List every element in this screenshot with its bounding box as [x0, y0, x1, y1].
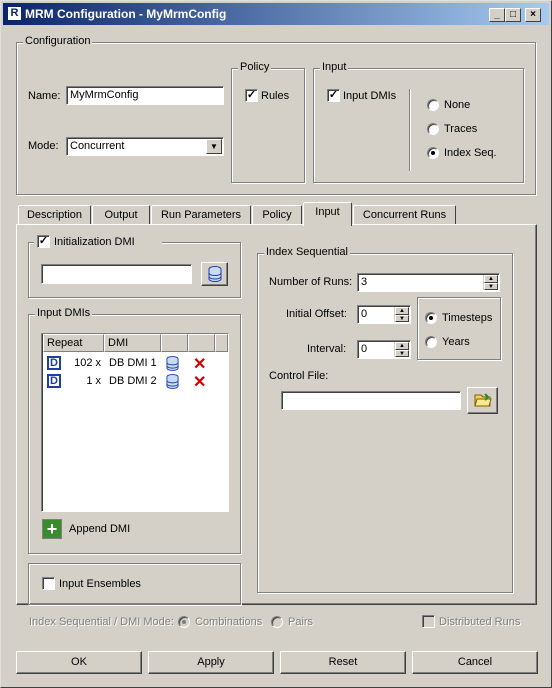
input-ensembles-label: Input Ensembles — [59, 578, 141, 590]
timesteps-radio[interactable] — [425, 312, 437, 324]
input-legend: Input — [320, 61, 349, 73]
browse-folder-button[interactable] — [467, 387, 498, 414]
input-dmis-label: Input DMIs — [343, 90, 397, 102]
initial-offset-label: Initial Offset: — [286, 308, 347, 320]
column-db[interactable] — [161, 334, 188, 352]
row-repeat: 102 x — [74, 357, 101, 369]
tab-description[interactable]: Description — [18, 205, 91, 225]
mode-label: Mode: — [28, 140, 59, 152]
delete-icon[interactable]: ✕ — [193, 372, 206, 392]
index-seq-dmi-mode-label: Index Sequential / DMI Mode: — [29, 616, 174, 628]
ok-button[interactable]: OK — [16, 651, 142, 674]
spin-down-icon[interactable]: ▼ — [484, 282, 498, 290]
input-group: Input — [313, 61, 524, 183]
combinations-label: Combinations — [195, 616, 263, 628]
input-dmi-table: Repeat DMI D 102 x DB DMI 1 ✕ D 1 x DB D… — [41, 333, 229, 512]
input-index-seq-label: Index Seq. — [444, 147, 497, 159]
years-radio[interactable] — [425, 336, 437, 348]
tab-output[interactable]: Output — [92, 205, 150, 225]
apply-button[interactable]: Apply — [148, 651, 274, 674]
row-dmi: DB DMI 1 — [109, 357, 157, 369]
distributed-runs-checkbox[interactable] — [422, 615, 435, 628]
spin-down-icon[interactable]: ▼ — [395, 349, 409, 357]
interval-label: Interval: — [307, 343, 347, 355]
minimize-button[interactable]: _ — [489, 8, 505, 22]
input-dmis-checkbox[interactable]: ✓ — [327, 89, 340, 102]
pairs-radio[interactable] — [271, 616, 283, 628]
spin-up-icon[interactable]: ▲ — [395, 307, 409, 315]
title-bar[interactable]: R MRM Configuration - MyMrmConfig _ □ × — [3, 3, 549, 25]
delete-icon[interactable]: ✕ — [193, 354, 206, 374]
dmi-d-icon: D — [47, 374, 61, 388]
window-title: MRM Configuration - MyMrmConfig — [25, 7, 227, 21]
interval-spinner[interactable]: ▲ ▼ — [394, 342, 409, 357]
combinations-radio[interactable] — [178, 616, 190, 628]
number-of-runs-label: Number of Runs: — [269, 276, 353, 288]
append-dmi-label: Append DMI — [69, 523, 131, 535]
rules-checkbox[interactable]: ✓ — [245, 89, 258, 102]
column-filler — [215, 334, 228, 352]
init-dmi-checkbox[interactable]: ✓ — [37, 235, 50, 248]
policy-legend: Policy — [238, 61, 272, 73]
tab-run-parameters[interactable]: Run Parameters — [151, 205, 251, 225]
input-ensembles-checkbox[interactable] — [42, 577, 55, 590]
column-dmi[interactable]: DMI — [104, 334, 161, 352]
column-delete[interactable] — [188, 334, 215, 352]
plus-icon: + — [42, 519, 62, 539]
close-button[interactable]: × — [525, 8, 541, 22]
spin-up-icon[interactable]: ▲ — [395, 342, 409, 350]
input-traces-label: Traces — [444, 123, 478, 135]
table-row[interactable]: D 1 x DB DMI 2 ✕ — [43, 372, 227, 392]
name-label: Name: — [28, 90, 61, 102]
reset-button[interactable]: Reset — [280, 651, 406, 674]
row-repeat: 1 x — [86, 375, 101, 387]
runs-spinner[interactable]: ▲ ▼ — [483, 275, 498, 290]
number-of-runs-input[interactable]: 3 — [357, 273, 500, 292]
timesteps-label: Timesteps — [442, 312, 493, 324]
input-index-seq-radio[interactable] — [427, 147, 439, 159]
input-divider — [409, 89, 410, 171]
init-dmi-input[interactable] — [41, 264, 192, 284]
input-none-label: None — [444, 99, 471, 111]
input-dmis-legend: Input DMIs — [35, 307, 93, 319]
offset-spinner[interactable]: ▲ ▼ — [394, 307, 409, 322]
units-group — [417, 297, 501, 360]
tab-concurrent-runs[interactable]: Concurrent Runs — [353, 205, 456, 225]
database-icon[interactable] — [166, 374, 179, 389]
rules-label: Rules — [261, 90, 290, 102]
append-dmi-button[interactable]: + Append DMI — [41, 518, 141, 540]
init-dmi-label: Initialization DMI — [54, 236, 135, 248]
mode-select[interactable]: Concurrent — [66, 137, 224, 156]
index-sequential-legend: Index Sequential — [264, 246, 350, 258]
control-file-input[interactable] — [281, 391, 461, 410]
folder-open-icon — [473, 393, 492, 407]
input-traces-radio[interactable] — [427, 123, 439, 135]
years-label: Years — [442, 336, 470, 348]
row-dmi: DB DMI 2 — [109, 375, 157, 387]
dmi-d-icon: D — [47, 356, 61, 370]
pairs-label: Pairs — [288, 616, 314, 628]
cancel-button[interactable]: Cancel — [412, 651, 538, 674]
database-icon — [208, 266, 221, 283]
policy-group: Policy — [231, 61, 305, 183]
spin-down-icon[interactable]: ▼ — [395, 314, 409, 322]
column-repeat[interactable]: Repeat — [43, 334, 104, 352]
mrm-configuration-window: R MRM Configuration - MyMrmConfig _ □ × … — [0, 0, 552, 688]
distributed-runs-label: Distributed Runs — [439, 616, 521, 628]
configuration-legend: Configuration — [23, 35, 93, 47]
database-icon[interactable] — [166, 356, 179, 371]
control-file-label: Control File: — [269, 370, 329, 382]
input-none-radio[interactable] — [427, 99, 439, 111]
app-icon: R — [7, 6, 22, 21]
maximize-button[interactable]: □ — [505, 8, 521, 22]
mode-value: Concurrent — [70, 140, 125, 152]
name-input[interactable]: MyMrmConfig — [66, 86, 224, 105]
select-dmi-button[interactable] — [201, 262, 228, 286]
table-row[interactable]: D 102 x DB DMI 1 ✕ — [43, 354, 227, 374]
chevron-down-icon[interactable]: ▼ — [206, 139, 222, 154]
spin-up-icon[interactable]: ▲ — [484, 275, 498, 283]
tab-input[interactable]: Input — [303, 202, 352, 226]
tab-policy[interactable]: Policy — [252, 205, 302, 225]
